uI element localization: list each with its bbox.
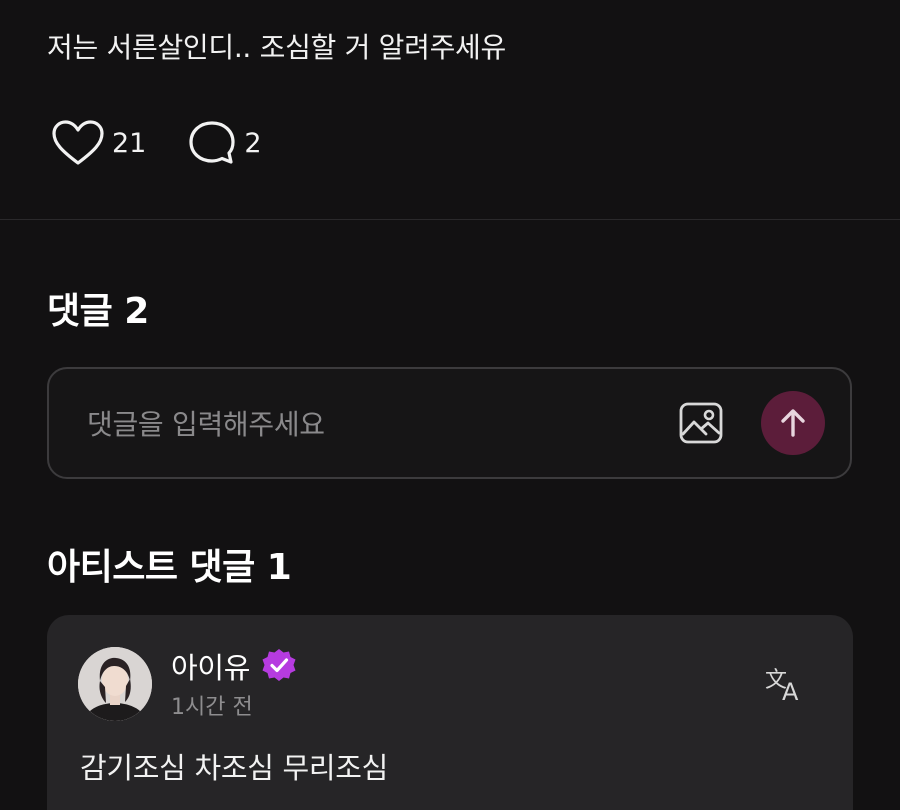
avatar[interactable] [78, 647, 152, 721]
author-name[interactable]: 아이유 [171, 645, 250, 687]
comment-text: 감기조심 차조심 무리조심 [80, 751, 389, 785]
comment-button[interactable]: 2 [188, 120, 262, 166]
speech-bubble-icon [189, 121, 235, 164]
comment-count: 2 [244, 127, 262, 159]
post-detail-page: 저는 서른살인디.. 조심할 거 알려주세유 21 2 댓글 2 댓글을 입력해… [0, 0, 900, 810]
artist-comment-card: 아이유 1시간 전 文 A 감기조심 차조심 무리조심 [47, 615, 853, 810]
like-count: 21 [112, 127, 147, 159]
svg-text:A: A [782, 678, 799, 703]
like-button[interactable]: 21 [52, 120, 146, 166]
comments-heading: 댓글 2 [47, 291, 149, 332]
translate-icon[interactable]: 文 A [765, 665, 807, 703]
image-icon[interactable] [679, 402, 723, 444]
comment-author: 아이유 [171, 645, 298, 687]
comment-input[interactable]: 댓글을 입력해주세요 [47, 367, 852, 479]
verified-badge-icon [262, 649, 296, 681]
comment-input-placeholder: 댓글을 입력해주세요 [87, 408, 325, 441]
heart-icon [52, 120, 104, 165]
section-divider [0, 219, 900, 220]
post-text: 저는 서른살인디.. 조심할 거 알려주세유 [47, 31, 506, 64]
comment-timestamp: 1시간 전 [171, 695, 253, 720]
send-button[interactable] [761, 391, 825, 455]
post-actions: 21 2 [52, 118, 262, 168]
arrow-up-icon [781, 409, 805, 437]
artist-comments-heading: 아티스트 댓글 1 [47, 547, 292, 588]
